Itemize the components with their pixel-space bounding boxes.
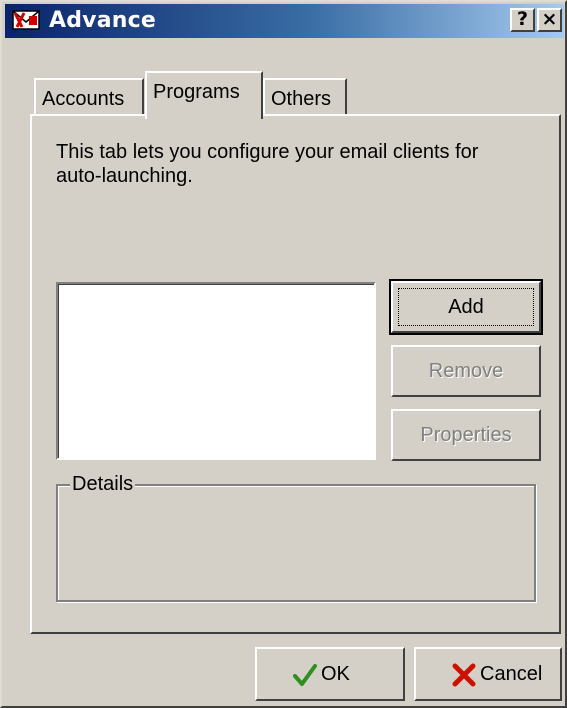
programs-tab-panel: This tab lets you configure your email c…	[30, 114, 561, 634]
email-client-list[interactable]	[56, 282, 376, 460]
add-button-label: Add	[448, 296, 484, 318]
details-label: Details	[70, 473, 136, 496]
mail-launcher-icon	[12, 10, 40, 30]
checkmark-icon	[293, 664, 317, 686]
ok-button[interactable]: OK	[255, 647, 405, 701]
remove-button-label: Remove	[428, 360, 504, 382]
red-x-icon	[452, 663, 476, 687]
add-button[interactable]: Add	[389, 279, 543, 335]
advance-dialog: Advance ? × Accounts Programs Others Thi…	[0, 0, 567, 708]
tab-others[interactable]: Others	[263, 78, 347, 116]
properties-button-label: Properties	[420, 424, 512, 446]
tab-programs[interactable]: Programs	[145, 71, 263, 119]
ok-button-label: OK	[321, 663, 350, 685]
tab-accounts[interactable]: Accounts	[34, 78, 144, 116]
remove-button[interactable]: Remove	[391, 345, 541, 397]
help-button[interactable]: ?	[510, 8, 535, 32]
title-bar[interactable]: Advance ? ×	[5, 4, 564, 38]
cancel-button-label: Cancel	[480, 663, 543, 685]
details-groupbox: Details	[56, 473, 536, 602]
tab-description: This tab lets you configure your email c…	[56, 141, 479, 187]
properties-button[interactable]: Properties	[391, 409, 541, 461]
cancel-button[interactable]: Cancel	[414, 647, 562, 701]
close-button[interactable]: ×	[537, 8, 562, 32]
window-title: Advance	[49, 8, 156, 33]
